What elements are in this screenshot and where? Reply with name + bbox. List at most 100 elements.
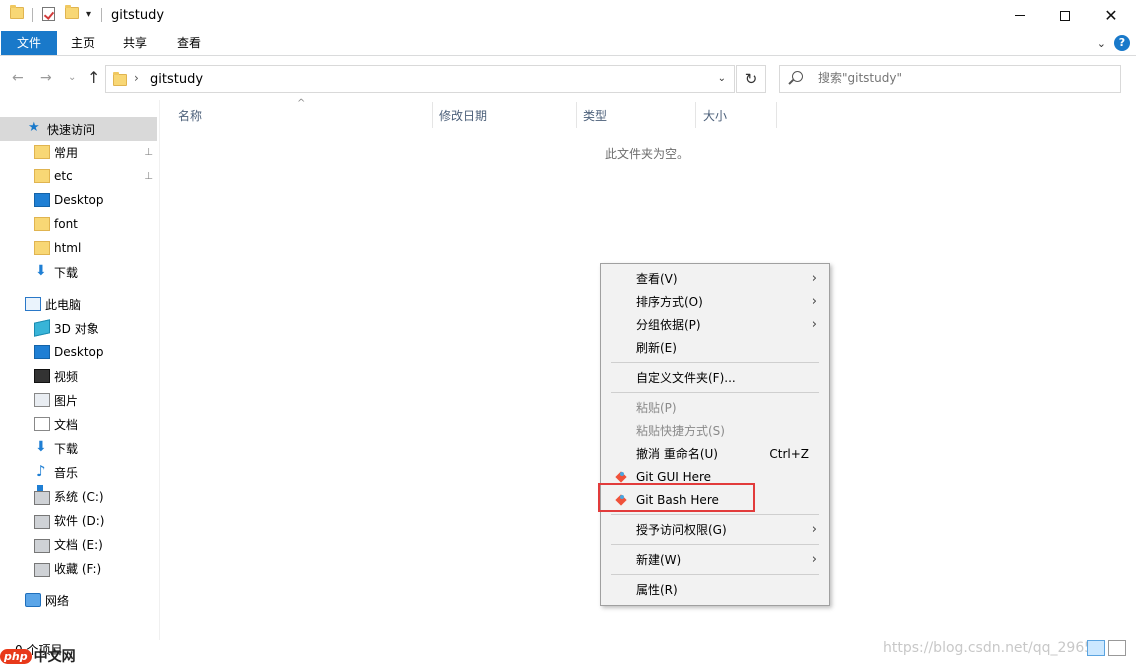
- menu-separator: [611, 574, 819, 575]
- menu-item-undo-rename[interactable]: 撤消 重命名(U) Ctrl+Z: [603, 443, 827, 465]
- git-icon: [615, 471, 627, 483]
- new-folder-icon[interactable]: [65, 5, 79, 19]
- download-icon: [34, 263, 50, 279]
- large-icons-view-button[interactable]: [1108, 640, 1126, 656]
- tab-home[interactable]: 主页: [57, 31, 109, 55]
- nav-item-documents[interactable]: 文档: [0, 412, 157, 436]
- menu-item-git-bash[interactable]: Git Bash Here: [603, 489, 827, 511]
- menu-item-customize-folder[interactable]: 自定义文件夹(F)...: [603, 367, 827, 389]
- nav-label: 此电脑: [45, 297, 82, 312]
- nav-item-downloads[interactable]: 下载: [0, 260, 157, 284]
- status-bar: 0 个项目 https://blog.csdn.net/qq_2965: [0, 640, 1136, 667]
- help-icon[interactable]: ?: [1114, 35, 1130, 51]
- pin-icon: ⊥: [144, 170, 153, 182]
- column-header-modified[interactable]: 修改日期: [439, 107, 487, 124]
- nav-item-etc[interactable]: etc ⊥: [0, 164, 157, 188]
- nav-item-desktop[interactable]: Desktop: [0, 188, 157, 212]
- back-arrow-icon[interactable]: ←: [12, 70, 24, 86]
- ribbon-expand-icon[interactable]: ⌄: [1097, 37, 1106, 50]
- menu-item-properties[interactable]: 属性(R): [603, 579, 827, 601]
- menu-label: 属性(R): [636, 583, 678, 597]
- toolbar-separator: [101, 8, 102, 22]
- watermark-text: https://blog.csdn.net/qq_2965: [883, 640, 1094, 656]
- search-box[interactable]: [779, 65, 1121, 93]
- menu-item-refresh[interactable]: 刷新(E): [603, 337, 827, 359]
- nav-item-frequent[interactable]: 常用 ⊥: [0, 140, 157, 164]
- column-header-name[interactable]: 名称: [178, 107, 202, 124]
- quick-access-dropdown-icon[interactable]: ▾: [86, 9, 91, 20]
- 3d-objects-icon: [34, 319, 50, 337]
- context-menu: 查看(V) › 排序方式(O) › 分组依据(P) › 刷新(E) 自定义文件夹(F)…: [600, 263, 830, 606]
- column-divider[interactable]: [576, 102, 577, 128]
- search-icon: [792, 71, 803, 82]
- pin-icon: ⊥: [144, 146, 153, 158]
- pictures-icon: [34, 393, 50, 407]
- tab-share[interactable]: 共享: [109, 31, 161, 55]
- sort-ascending-icon: ^: [297, 98, 306, 109]
- nav-item-drive-e[interactable]: 文档 (E:): [0, 532, 157, 556]
- nav-item-music[interactable]: 音乐: [0, 460, 157, 484]
- nav-item-pictures[interactable]: 图片: [0, 388, 157, 412]
- nav-item-html[interactable]: html: [0, 236, 157, 260]
- nav-label: 系统 (C:): [54, 489, 104, 504]
- nav-quick-access[interactable]: 快速访问: [0, 117, 157, 141]
- column-header-size[interactable]: 大小: [703, 107, 727, 124]
- menu-item-group-by[interactable]: 分组依据(P) ›: [603, 314, 827, 336]
- tab-view[interactable]: 查看: [163, 31, 215, 55]
- menu-item-new[interactable]: 新建(W) ›: [603, 549, 827, 571]
- menu-label: 分组依据(P): [636, 318, 701, 332]
- menu-label: 查看(V): [636, 272, 678, 286]
- empty-folder-message: 此文件夹为空。: [605, 147, 690, 161]
- column-divider[interactable]: [695, 102, 696, 128]
- forward-arrow-icon[interactable]: →: [40, 70, 52, 86]
- nav-label: font: [54, 217, 78, 231]
- folder-icon: [34, 217, 50, 231]
- ribbon-tabs: 文件 主页 共享 查看 ⌄ ?: [0, 31, 1136, 56]
- minimize-button[interactable]: [997, 0, 1043, 31]
- up-arrow-icon[interactable]: ↑: [87, 68, 100, 87]
- maximize-button[interactable]: [1042, 0, 1088, 31]
- star-icon: [27, 120, 43, 136]
- nav-label: 下载: [54, 265, 79, 280]
- recent-locations-icon[interactable]: ⌄: [68, 72, 76, 83]
- refresh-button[interactable]: ↻: [736, 65, 766, 93]
- computer-icon: [25, 297, 41, 311]
- menu-label: 排序方式(O): [636, 295, 703, 309]
- nav-item-drive-d[interactable]: 软件 (D:): [0, 508, 157, 532]
- menu-item-view[interactable]: 查看(V) ›: [603, 268, 827, 290]
- drive-icon: [34, 539, 50, 553]
- nav-item-downloads-pc[interactable]: 下载: [0, 436, 157, 460]
- music-icon: [34, 462, 50, 480]
- column-header-type[interactable]: 类型: [583, 107, 607, 124]
- column-divider[interactable]: [432, 102, 433, 128]
- nav-item-font[interactable]: font: [0, 212, 157, 236]
- search-input[interactable]: [818, 71, 1108, 85]
- network-icon: [25, 593, 41, 607]
- desktop-icon: [34, 193, 50, 207]
- address-dropdown-icon[interactable]: ⌄: [718, 73, 726, 84]
- menu-item-git-gui[interactable]: Git GUI Here: [603, 466, 827, 488]
- nav-item-3d-objects[interactable]: 3D 对象: [0, 316, 157, 340]
- column-divider[interactable]: [776, 102, 777, 128]
- navigation-pane: 快速访问 常用 ⊥ etc ⊥ Desktop font html 下载 此电脑…: [0, 100, 160, 640]
- path-separator-icon[interactable]: ›: [134, 71, 139, 85]
- address-bar[interactable]: › gitstudy ⌄: [105, 65, 735, 93]
- nav-item-drive-f[interactable]: 收藏 (F:): [0, 556, 157, 580]
- nav-this-pc[interactable]: 此电脑: [0, 292, 157, 316]
- nav-network[interactable]: 网络: [0, 588, 157, 612]
- site-logo: php 中文网: [0, 646, 76, 666]
- menu-shortcut: Ctrl+Z: [769, 447, 809, 461]
- menu-item-give-access[interactable]: 授予访问权限(G) ›: [603, 519, 827, 541]
- menu-item-sort-by[interactable]: 排序方式(O) ›: [603, 291, 827, 313]
- nav-item-desktop-pc[interactable]: Desktop: [0, 340, 157, 364]
- nav-item-videos[interactable]: 视频: [0, 364, 157, 388]
- properties-icon[interactable]: [42, 7, 55, 21]
- tab-file[interactable]: 文件: [1, 31, 58, 55]
- address-path[interactable]: gitstudy: [150, 72, 203, 87]
- close-button[interactable]: ✕: [1088, 0, 1134, 31]
- nav-item-drive-c[interactable]: 系统 (C:): [0, 484, 157, 508]
- menu-item-paste: 粘贴(P): [603, 397, 827, 419]
- toolbar-separator: [32, 8, 33, 22]
- nav-label: 常用: [54, 145, 79, 160]
- details-view-button[interactable]: [1087, 640, 1105, 656]
